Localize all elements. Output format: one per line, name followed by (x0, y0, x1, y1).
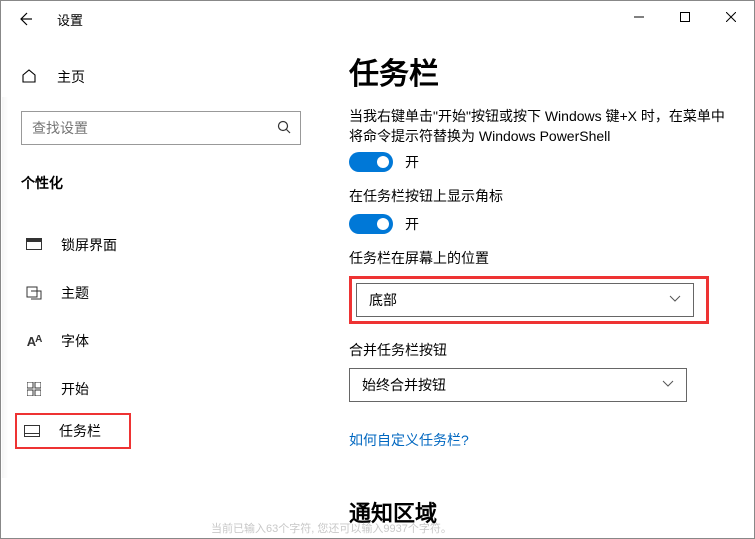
home-icon (21, 68, 39, 87)
back-button[interactable] (9, 3, 41, 35)
taskbar-icon (23, 425, 41, 437)
combine-dropdown[interactable]: 始终合并按钮 (349, 368, 687, 402)
customize-taskbar-link[interactable]: 如何自定义任务栏? (349, 430, 469, 450)
chevron-down-icon (662, 379, 674, 391)
maximize-button[interactable] (662, 1, 708, 33)
close-button[interactable] (708, 1, 754, 33)
sidebar-shadow (2, 97, 8, 478)
badges-setting-label: 在任务栏按钮上显示角标 (349, 186, 726, 206)
badges-toggle-state: 开 (405, 214, 419, 234)
powershell-setting-description: 当我右键单击"开始"按钮或按下 Windows 键+X 时，在菜单中将命令提示符… (349, 107, 726, 146)
lockscreen-icon (25, 238, 43, 252)
search-icon (276, 119, 292, 138)
sidebar-item-label: 主题 (61, 283, 89, 303)
home-label: 主页 (57, 67, 85, 87)
home-nav[interactable]: 主页 (21, 57, 301, 97)
window-controls (616, 1, 754, 33)
position-setting-label: 任务栏在屏幕上的位置 (349, 248, 726, 268)
search-input-wrapper[interactable] (21, 111, 301, 145)
sidebar-item-themes[interactable]: 主题 (21, 269, 301, 317)
powershell-toggle-row: 开 (349, 152, 726, 172)
sidebar-item-taskbar[interactable]: 任务栏 (15, 413, 131, 449)
combine-setting-label: 合并任务栏按钮 (349, 340, 726, 360)
titlebar: 设置 (1, 1, 754, 37)
fonts-icon: AA (25, 334, 43, 349)
badges-toggle[interactable] (349, 214, 393, 234)
window-title: 设置 (57, 10, 83, 29)
position-dropdown-value: 底部 (369, 290, 397, 310)
themes-icon (25, 285, 43, 301)
sidebar-item-label: 锁屏界面 (61, 235, 117, 255)
page-title: 任务栏 (349, 49, 726, 93)
sidebar: 主页 个性化 锁屏界面 主题 AA (1, 37, 321, 538)
sidebar-item-lockscreen[interactable]: 锁屏界面 (21, 221, 301, 269)
sidebar-item-label: 开始 (61, 379, 89, 399)
content-pane: 任务栏 当我右键单击"开始"按钮或按下 Windows 键+X 时，在菜单中将命… (321, 37, 754, 538)
footer-char-count: 当前已输入63个字符, 您还可以输入9937个字符。 (211, 520, 452, 536)
sidebar-item-label: 任务栏 (59, 421, 101, 441)
badges-toggle-row: 开 (349, 214, 726, 234)
powershell-toggle[interactable] (349, 152, 393, 172)
sidebar-item-start[interactable]: 开始 (21, 365, 301, 413)
sidebar-item-label: 字体 (61, 331, 89, 351)
sidebar-nav-list: 锁屏界面 主题 AA 字体 开始 (21, 221, 301, 449)
position-dropdown-highlight: 底部 (349, 276, 709, 324)
chevron-down-icon (669, 294, 681, 306)
combine-dropdown-value: 始终合并按钮 (362, 375, 446, 395)
search-input[interactable] (30, 119, 276, 137)
position-dropdown[interactable]: 底部 (356, 283, 694, 317)
start-icon (25, 382, 43, 396)
minimize-button[interactable] (616, 1, 662, 33)
sidebar-section-title: 个性化 (21, 173, 301, 193)
powershell-toggle-state: 开 (405, 152, 419, 172)
sidebar-item-fonts[interactable]: AA 字体 (21, 317, 301, 365)
